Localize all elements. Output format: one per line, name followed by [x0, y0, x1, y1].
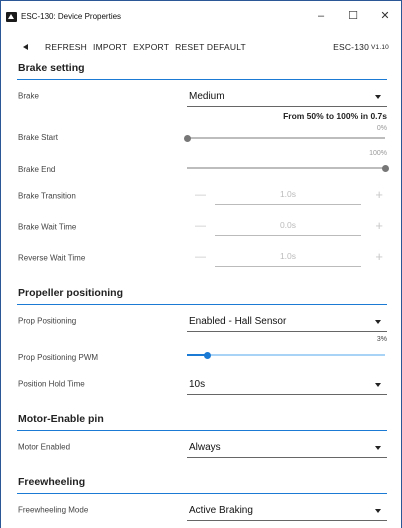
motor-enabled-select-value: Always	[189, 442, 221, 453]
properties-list: Brake setting Brake Medium From 50% to 1…	[17, 57, 389, 525]
brake-start-slider-handle[interactable]	[183, 134, 191, 142]
freewheeling-mode-label: Freewheeling Mode	[18, 505, 89, 514]
brake-start-row: From 50% to 100% in 0.7s 0% Brake Start	[17, 111, 387, 148]
motor-enabled-select[interactable]: Always	[187, 438, 387, 458]
prop-pwm-label: Prop Positioning PWM	[18, 353, 99, 362]
back-arrow-icon[interactable]	[23, 44, 28, 50]
properties-panel[interactable]: Brake setting Brake Medium From 50% to 1…	[1, 57, 401, 528]
import-button[interactable]: IMPORT	[93, 42, 127, 52]
prop-pwm-slider[interactable]	[187, 351, 385, 359]
window-title: ESC-130: Device Properties	[21, 12, 122, 21]
motor-enabled-label: Motor Enabled	[18, 442, 71, 451]
prop-pwm-row: 3% Prop Positioning PWM	[17, 336, 387, 368]
title-bar: ESC-130: Device Properties – ☐ ✕	[1, 1, 401, 32]
brake-start-label: Brake Start	[18, 133, 59, 142]
app-logo-icon	[6, 11, 17, 22]
brake-row: Brake Medium	[17, 80, 387, 111]
device-name: ESC-130	[333, 42, 369, 52]
brake-end-slider-handle[interactable]	[381, 164, 389, 172]
chevron-down-icon	[375, 509, 381, 513]
reverse-wait-increment-button[interactable]: +	[375, 249, 383, 264]
brake-range-summary: From 50% to 100% in 0.7s	[283, 111, 387, 121]
chevron-down-icon	[375, 383, 381, 387]
minimize-button[interactable]: –	[305, 1, 337, 32]
freewheeling-mode-row: Freewheeling Mode Active Braking	[17, 494, 387, 525]
reverse-wait-input[interactable]: 1.0s	[215, 251, 361, 267]
export-button[interactable]: EXPORT	[133, 42, 169, 52]
section-brake-setting: Brake setting	[17, 57, 387, 80]
prop-pwm-value: 3%	[376, 336, 387, 343]
brake-start-slider[interactable]	[183, 134, 385, 142]
brake-end-row: 100% Brake End	[17, 148, 389, 180]
brake-end-slider[interactable]	[187, 164, 389, 172]
position-hold-label: Position Hold Time	[18, 379, 85, 388]
refresh-button[interactable]: REFRESH	[45, 42, 87, 52]
brake-transition-row: Brake Transition — 1.0s +	[17, 180, 387, 211]
prop-pwm-slider-handle[interactable]	[204, 351, 212, 359]
section-propeller-positioning: Propeller positioning	[17, 282, 387, 305]
brake-transition-decrement-button[interactable]: —	[195, 189, 206, 201]
brake-transition-label: Brake Transition	[18, 191, 76, 200]
brake-label: Brake	[18, 91, 39, 100]
brake-select-value: Medium	[189, 91, 225, 102]
position-hold-row: Position Hold Time 10s	[17, 368, 387, 399]
reset-default-button[interactable]: RESET DEFAULT	[175, 42, 246, 52]
brake-start-value: 0%	[376, 125, 387, 132]
close-button[interactable]: ✕	[369, 1, 401, 32]
brake-wait-increment-button[interactable]: +	[375, 218, 383, 233]
brake-wait-row: Brake Wait Time — 0.0s +	[17, 211, 387, 242]
section-freewheeling: Freewheeling	[17, 471, 387, 494]
freewheeling-mode-select-value: Active Braking	[189, 505, 253, 516]
brake-select[interactable]: Medium	[187, 87, 387, 107]
reverse-wait-label: Reverse Wait Time	[18, 253, 86, 262]
reverse-wait-decrement-button[interactable]: —	[195, 251, 206, 263]
position-hold-select-value: 10s	[189, 379, 206, 390]
chevron-down-icon	[375, 320, 381, 324]
motor-enabled-row: Motor Enabled Always	[17, 431, 387, 462]
prop-positioning-row: Prop Positioning Enabled - Hall Sensor	[17, 305, 387, 336]
brake-transition-stepper: — 1.0s +	[187, 185, 387, 207]
chevron-down-icon	[375, 446, 381, 450]
maximize-button[interactable]: ☐	[337, 1, 369, 32]
chevron-down-icon	[375, 95, 381, 99]
device-properties-window: ESC-130: Device Properties – ☐ ✕ REFRESH…	[0, 0, 402, 528]
reverse-wait-stepper: — 1.0s +	[187, 247, 387, 269]
section-motor-enable-pin: Motor-Enable pin	[17, 408, 387, 431]
prop-positioning-select[interactable]: Enabled - Hall Sensor	[187, 312, 387, 332]
brake-wait-label: Brake Wait Time	[18, 222, 77, 231]
brake-transition-increment-button[interactable]: +	[375, 187, 383, 202]
brake-end-value: 100%	[369, 150, 387, 157]
prop-positioning-select-value: Enabled - Hall Sensor	[189, 316, 287, 327]
brake-wait-input[interactable]: 0.0s	[215, 220, 361, 236]
position-hold-select[interactable]: 10s	[187, 375, 387, 395]
brake-wait-stepper: — 0.0s +	[187, 216, 387, 238]
brake-transition-input[interactable]: 1.0s	[215, 189, 361, 205]
reverse-wait-row: Reverse Wait Time — 1.0s +	[17, 242, 387, 273]
prop-positioning-label: Prop Positioning	[18, 316, 77, 325]
brake-wait-decrement-button[interactable]: —	[195, 220, 206, 232]
brake-end-label: Brake End	[18, 165, 56, 174]
device-version: V1.10	[371, 43, 389, 51]
freewheeling-mode-select[interactable]: Active Braking	[187, 501, 387, 521]
